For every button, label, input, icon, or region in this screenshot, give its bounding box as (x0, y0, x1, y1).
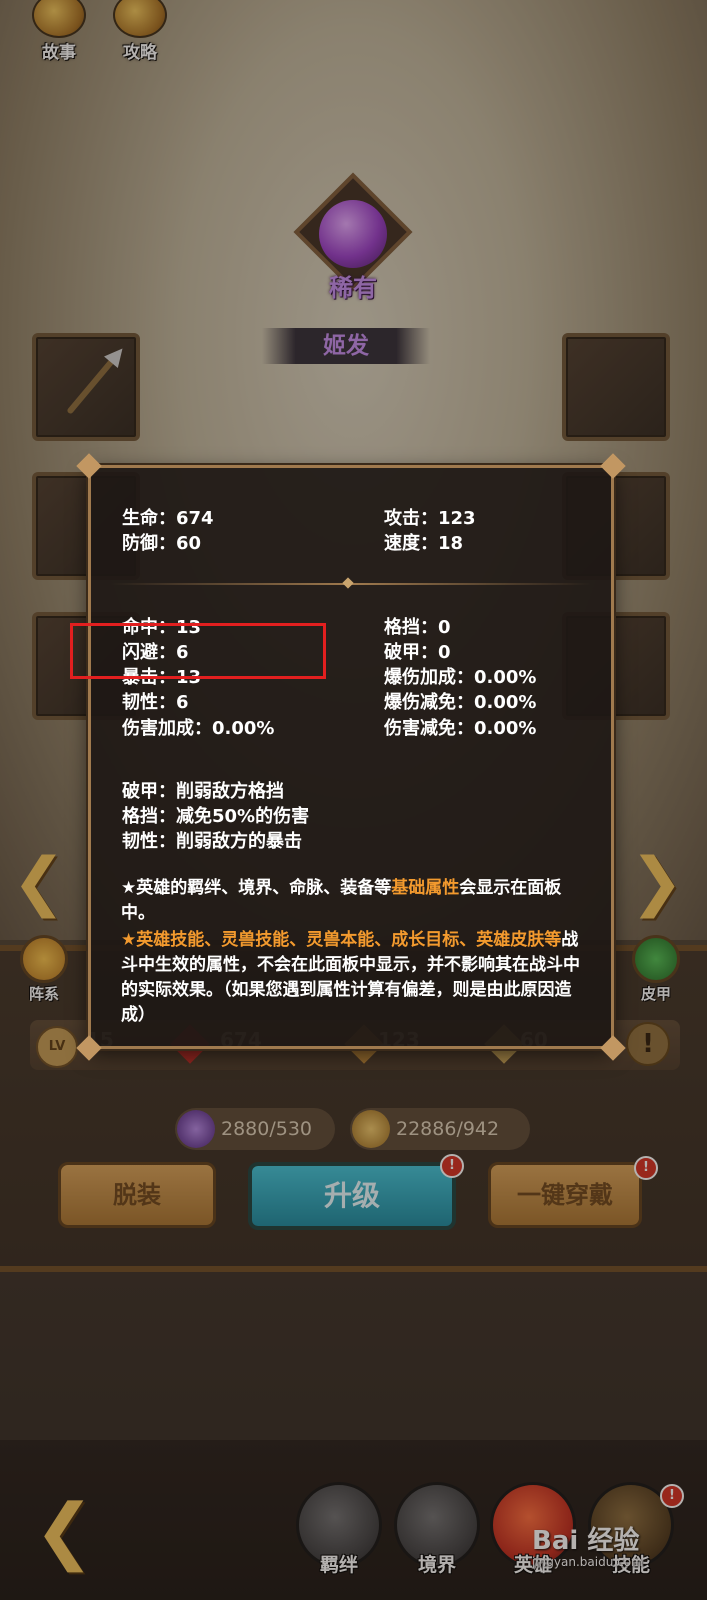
stat-damage-reduction: 伤害减免：0.00% (384, 718, 537, 739)
explain-armor-pierce: 破甲：削弱敌方格挡 (122, 781, 284, 802)
dodge-highlight-box (70, 623, 326, 679)
attribute-tooltip: 生命：674 攻击：123 防御：60 速度：18 命中：13 闪避：6 暴击：… (76, 453, 626, 1061)
note-base-attributes: ★英雄的羁绊、境界、命脉、装备等基础属性会显示在面板中。 (121, 876, 591, 926)
note1-highlight: 基础属性 (391, 878, 460, 898)
stat-attack: 攻击：123 (384, 508, 476, 529)
note1-prefix: ★英雄的羁绊、境界、命脉、装备等 (121, 878, 392, 898)
stat-block: 格挡：0 (384, 617, 451, 638)
stat-armor-pierce: 破甲：0 (384, 642, 451, 663)
note-battle-attributes: ★英雄技能、灵兽技能、灵兽本能、成长目标、英雄皮肤等战斗中生效的属性，不会在此面… (121, 928, 591, 1028)
stat-hp: 生命：674 (122, 508, 214, 529)
stat-defense: 防御：60 (122, 533, 202, 554)
note2-highlight: ★英雄技能、灵兽技能、灵兽本能、成长目标、英雄皮肤等 (121, 930, 562, 950)
stat-speed: 速度：18 (384, 533, 464, 554)
explain-tenacity: 韧性：削弱敌方的暴击 (122, 831, 302, 852)
tooltip-divider (111, 577, 591, 589)
stat-damage-bonus: 伤害加成：0.00% (122, 718, 275, 739)
explain-block: 格挡：减免50%的伤害 (122, 806, 310, 827)
stat-crit-damage-reduction: 爆伤减免：0.00% (384, 692, 537, 713)
stat-crit-damage-bonus: 爆伤加成：0.00% (384, 667, 537, 688)
stat-tenacity: 韧性：6 (122, 692, 189, 713)
